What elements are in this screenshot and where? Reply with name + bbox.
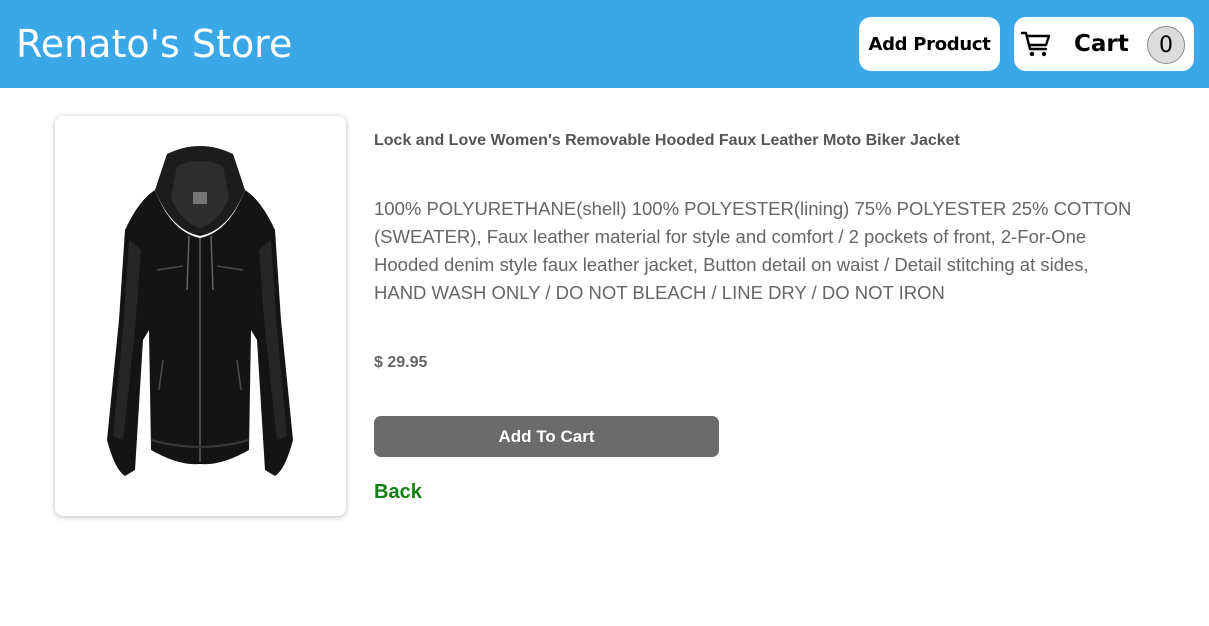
product-title: Lock and Love Women's Removable Hooded F… (374, 132, 960, 149)
add-product-button[interactable]: Add Product (859, 17, 1000, 71)
store-title: Renato's Store (16, 22, 293, 66)
product-description: 100% POLYURETHANE(shell) 100% POLYESTER(… (374, 198, 1132, 303)
product-price: $ 29.95 (374, 354, 428, 371)
product-image-card (55, 116, 346, 516)
black-faux-leather-jacket-image (107, 146, 293, 476)
back-link[interactable]: Back (374, 480, 422, 504)
shopping-cart-icon (1021, 31, 1051, 57)
cart-button[interactable]: Cart 0 (1014, 17, 1194, 71)
cart-label: Cart (1074, 31, 1129, 57)
add-to-cart-button[interactable]: Add To Cart (374, 416, 719, 457)
cart-count-badge: 0 (1147, 26, 1185, 64)
app-header: Renato's Store Add Product Cart 0 (0, 0, 1209, 88)
